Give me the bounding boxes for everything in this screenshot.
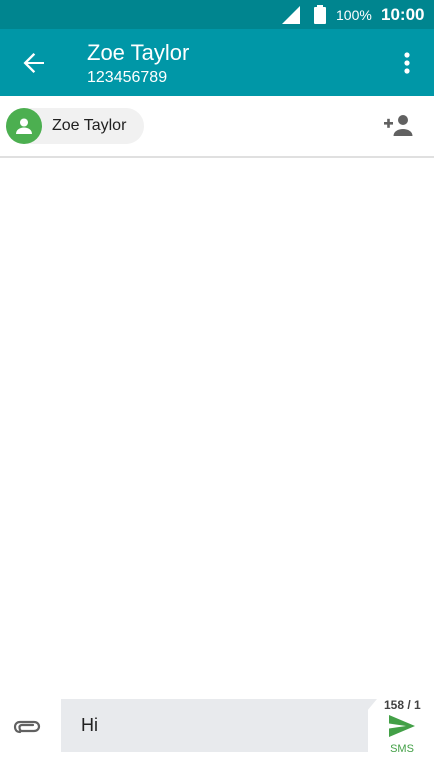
send-type-label: SMS xyxy=(390,743,414,755)
messaging-screen: 100% 10:00 Zoe Taylor 123456789 Zoe Tayl… xyxy=(0,0,434,771)
more-vertical-icon[interactable] xyxy=(394,47,420,79)
compose-bubble-tail xyxy=(367,699,377,711)
send-icon xyxy=(389,715,415,737)
character-counter: 158 / 1 xyxy=(384,698,421,712)
conversation-header: Zoe Taylor 123456789 xyxy=(0,29,434,96)
recipient-chip-label: Zoe Taylor xyxy=(52,117,127,134)
battery-icon xyxy=(314,5,326,24)
contact-phone-number: 123456789 xyxy=(87,69,168,86)
battery-percentage: 100% xyxy=(336,7,372,23)
status-clock: 10:00 xyxy=(381,5,425,24)
back-arrow-icon[interactable] xyxy=(18,47,50,79)
attach-icon[interactable] xyxy=(12,714,42,740)
send-button[interactable]: SMS xyxy=(386,714,418,758)
message-thread xyxy=(0,158,434,686)
contact-name: Zoe Taylor xyxy=(87,40,190,65)
person-icon xyxy=(16,118,32,134)
message-input[interactable] xyxy=(61,699,368,752)
recipients-row: Zoe Taylor xyxy=(0,96,434,158)
recipient-chip[interactable]: Zoe Taylor xyxy=(6,108,144,144)
status-bar: 100% 10:00 xyxy=(0,0,434,29)
avatar xyxy=(6,108,42,144)
cellular-signal-icon xyxy=(282,6,300,24)
add-contact-icon[interactable] xyxy=(382,112,414,140)
